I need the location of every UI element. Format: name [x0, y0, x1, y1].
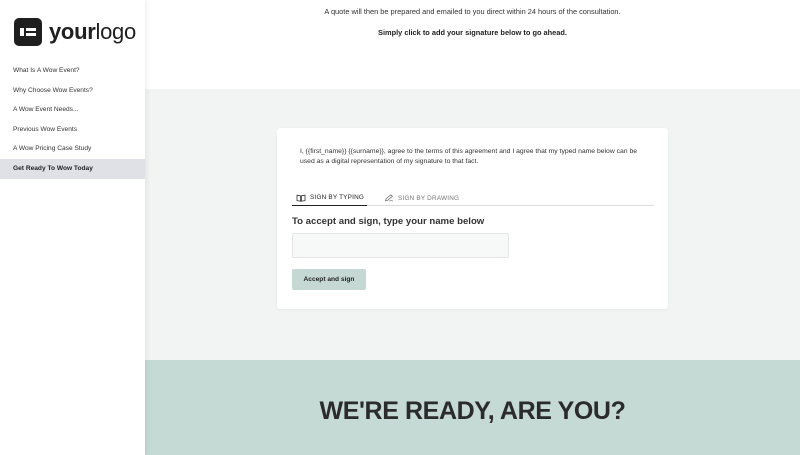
accept-and-sign-button[interactable]: Accept and sign [292, 269, 366, 290]
logo-text-bold: your [49, 19, 96, 44]
sidebar-item-why-choose-wow-events[interactable]: Why Choose Wow Events? [0, 81, 145, 101]
sidebar-item-what-is-a-wow-event[interactable]: What Is A Wow Event? [0, 61, 145, 81]
sidebar-item-a-wow-event-needs[interactable]: A Wow Event Needs... [0, 100, 145, 120]
logo-mark-icon [14, 18, 42, 46]
tab-sign-by-drawing[interactable]: SIGN BY DRAWING [384, 190, 459, 206]
intro-instruction: Simply click to add your signature below… [378, 28, 567, 37]
ready-title: WE'RE READY, ARE YOU? [319, 397, 626, 425]
tab-sign-by-typing-label: SIGN BY TYPING [310, 194, 365, 201]
signature-section: I, {{first_name}} {{surname}}, agree to … [145, 89, 800, 360]
signature-name-input[interactable] [292, 233, 509, 258]
signature-card: I, {{first_name}} {{surname}}, agree to … [277, 128, 668, 309]
agreement-text: I, {{first_name}} {{surname}}, agree to … [300, 148, 638, 165]
ready-section: WE'RE READY, ARE YOU? [145, 360, 800, 455]
intro-text: A quote will then be prepared and emaile… [324, 7, 621, 16]
sidebar-item-wow-pricing-case-study[interactable]: A Wow Pricing Case Study [0, 139, 145, 159]
logo-text-light: logo [95, 19, 136, 44]
intro-section: A quote will then be prepared and emaile… [145, 0, 800, 89]
sidebar: yourlogo What Is A Wow Event? Why Choose… [0, 0, 145, 455]
sidebar-item-previous-wow-events[interactable]: Previous Wow Events [0, 120, 145, 140]
tab-sign-by-drawing-label: SIGN BY DRAWING [398, 194, 460, 202]
logo[interactable]: yourlogo [14, 18, 136, 46]
sign-heading: To accept and sign, type your name below [292, 216, 485, 227]
sidebar-nav: What Is A Wow Event? Why Choose Wow Even… [0, 61, 145, 179]
sidebar-item-get-ready-to-wow-today[interactable]: Get Ready To Wow Today [0, 158, 145, 179]
main-content: A quote will then be prepared and emaile… [145, 0, 800, 455]
book-icon [296, 194, 306, 202]
tab-sign-by-typing[interactable]: SIGN BY TYPING [292, 190, 367, 206]
signature-tabs: SIGN BY TYPING SIGN BY DRAWING [292, 190, 654, 206]
logo-text: yourlogo [49, 18, 136, 46]
pen-icon [384, 194, 394, 202]
